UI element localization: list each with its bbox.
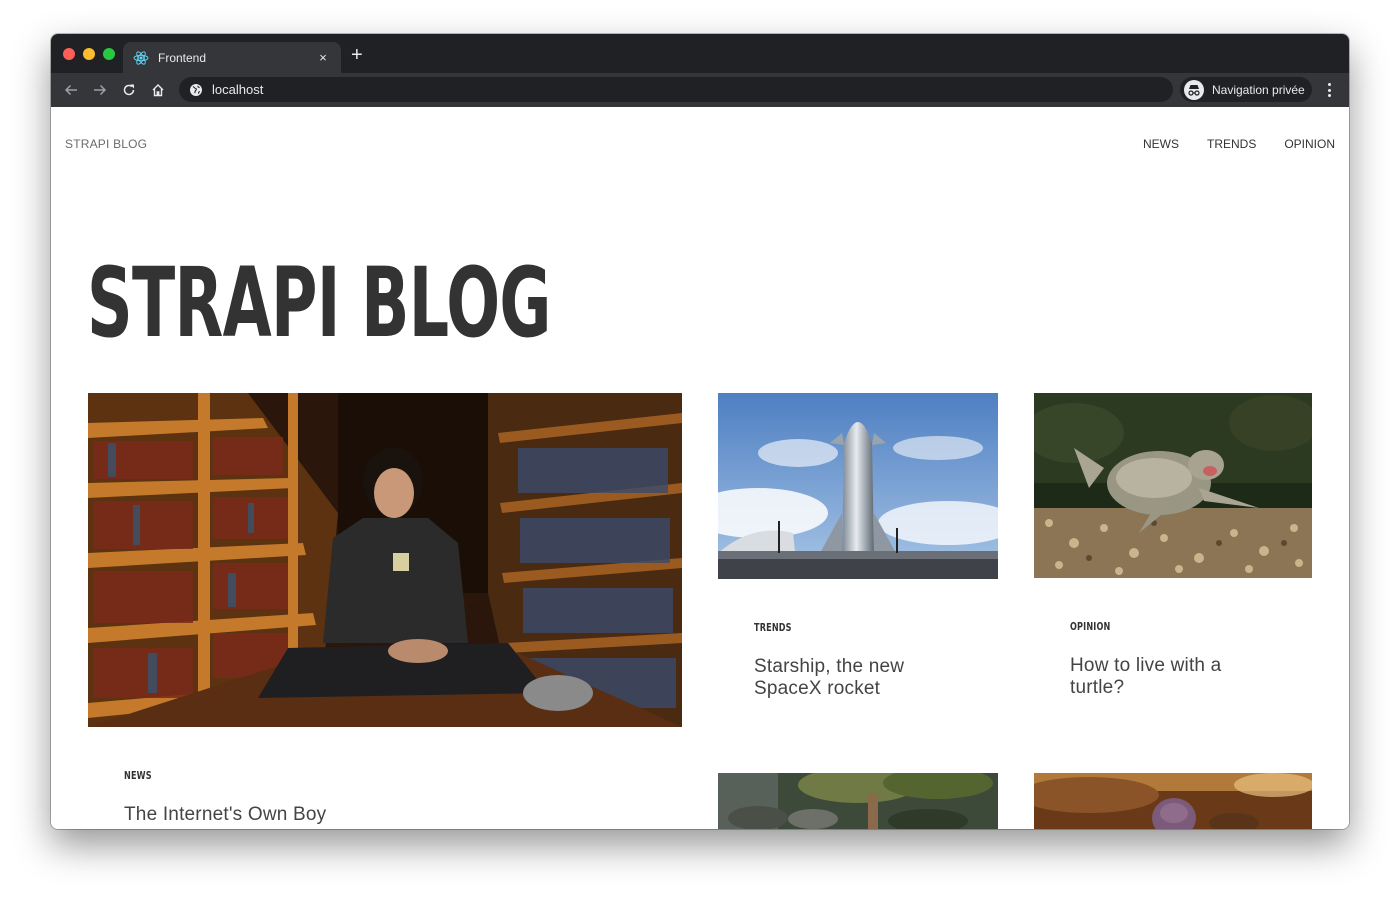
nav-opinion[interactable]: OPINION <box>1284 137 1335 151</box>
turtle-photo <box>1034 393 1312 578</box>
title-line: turtle? <box>1070 677 1125 698</box>
address-bar[interactable]: localhost <box>179 77 1173 102</box>
nav-news[interactable]: NEWS <box>1143 137 1179 151</box>
back-button[interactable] <box>61 80 81 100</box>
site-logo[interactable]: STRAPI BLOG <box>65 137 147 151</box>
thanos-article-image[interactable] <box>1034 773 1312 829</box>
article-title-starship[interactable]: Starship, the new SpaceX rocket <box>754 656 904 700</box>
dinosaur-article-image[interactable] <box>718 773 998 829</box>
tab-close-icon[interactable]: × <box>315 50 331 65</box>
incognito-indicator[interactable]: Navigation privée <box>1180 77 1312 102</box>
window-controls <box>63 48 115 60</box>
thanos-photo <box>1034 773 1312 829</box>
dot <box>1327 88 1331 92</box>
article-title-turtle[interactable]: How to live with a turtle? <box>1070 655 1221 699</box>
maximize-window-button[interactable] <box>103 48 115 60</box>
arrow-right-icon <box>94 84 107 96</box>
page-title: STRAPI BLOG <box>87 247 551 359</box>
new-tab-button[interactable]: + <box>351 45 363 65</box>
title-line: How to live with a <box>1070 655 1222 676</box>
featured-article-image[interactable] <box>88 393 682 727</box>
tab-bar: Frontend × + <box>51 34 1349 73</box>
dinosaur-jungle-photo <box>718 773 998 829</box>
home-button[interactable] <box>148 80 168 100</box>
browser-toolbar: localhost Navigation privée <box>51 73 1349 107</box>
starship-rocket-photo <box>718 393 998 579</box>
dot <box>1327 94 1331 97</box>
close-window-button[interactable] <box>63 48 75 60</box>
incognito-label: Navigation privée <box>1212 82 1305 97</box>
react-icon <box>133 50 149 65</box>
article-category-trends: TRENDS <box>754 621 792 634</box>
incognito-icon <box>1184 79 1204 100</box>
page-content: STRAPI BLOG NEWS TRENDS OPINION STRAPI B… <box>51 107 1349 829</box>
forward-button[interactable] <box>90 80 110 100</box>
article-category-opinion: OPINION <box>1070 620 1111 633</box>
starship-article-image[interactable] <box>718 393 998 579</box>
article-category-news: NEWS <box>124 769 152 782</box>
url-text: localhost <box>212 82 264 97</box>
title-line: SpaceX rocket <box>754 678 881 699</box>
reload-icon <box>123 84 135 96</box>
man-in-bookstore-photo <box>88 393 682 727</box>
tab-frontend[interactable]: Frontend × <box>123 42 341 73</box>
nav-trends[interactable]: TRENDS <box>1207 137 1256 151</box>
turtle-article-image[interactable] <box>1034 393 1312 578</box>
home-icon <box>152 84 164 97</box>
dot <box>1327 83 1331 86</box>
globe-icon <box>190 83 202 96</box>
minimize-window-button[interactable] <box>83 48 95 60</box>
tab-title: Frontend <box>158 50 207 65</box>
site-nav: NEWS TRENDS OPINION <box>1143 137 1335 151</box>
article-title-internets-own-boy[interactable]: The Internet's Own Boy <box>124 804 326 826</box>
browser-window: Frontend × + localhost Navigation privée… <box>51 34 1349 829</box>
reload-button[interactable] <box>119 80 139 100</box>
title-line: Starship, the new <box>754 656 905 677</box>
arrow-left-icon <box>64 84 77 96</box>
browser-menu-button[interactable] <box>1321 81 1337 99</box>
